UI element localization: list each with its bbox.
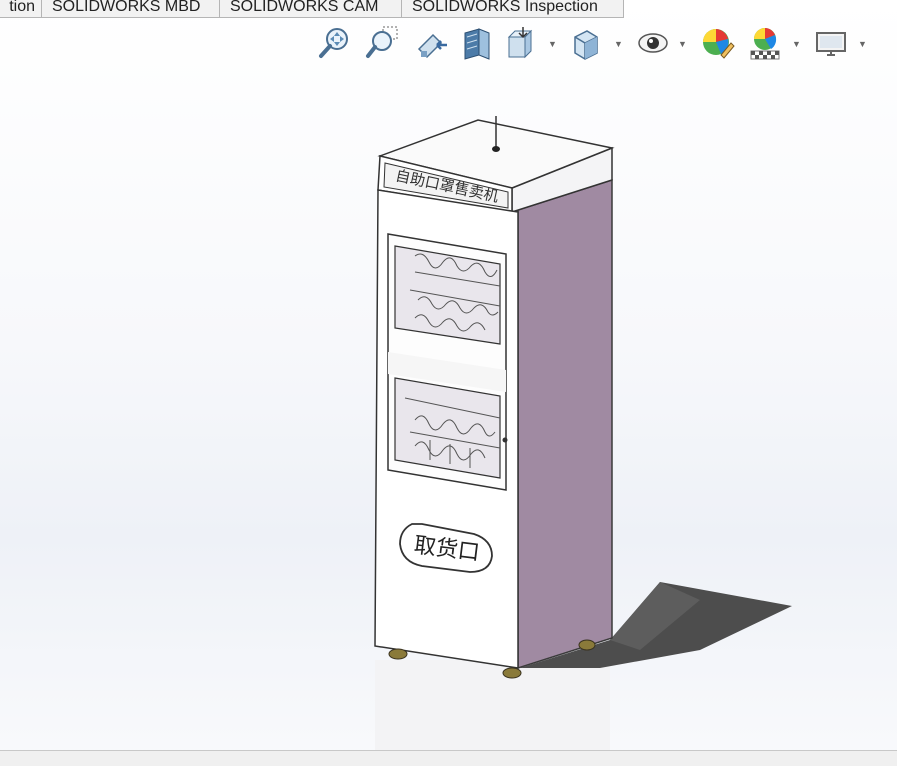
vending-machine-model[interactable]: 自助口罩售卖机 取货口: [0, 64, 897, 750]
tab-solidworks-mbd[interactable]: SOLIDWORKS MBD: [42, 0, 220, 18]
status-bar: [0, 750, 897, 766]
tab-partial[interactable]: tion: [0, 0, 42, 18]
tab-solidworks-cam[interactable]: SOLIDWORKS CAM: [220, 0, 402, 18]
door-handle: [502, 437, 508, 443]
zoom-to-fit-icon[interactable]: [315, 22, 355, 64]
previous-view-icon[interactable]: [411, 22, 451, 64]
view-settings-icon[interactable]: [811, 22, 851, 64]
graphics-area[interactable]: 自助口罩售卖机 取货口: [0, 64, 897, 750]
display-style-dropdown-icon[interactable]: ▼: [614, 40, 624, 49]
view-orientation-icon[interactable]: [501, 22, 541, 64]
tab-solidworks-inspection[interactable]: SOLIDWORKS Inspection: [402, 0, 624, 18]
hide-show-items-icon[interactable]: [633, 22, 673, 64]
model-reflection: [375, 660, 610, 750]
section-view-icon[interactable]: [457, 22, 497, 64]
view-orientation-dropdown-icon[interactable]: ▼: [548, 40, 558, 49]
edit-appearance-icon[interactable]: [697, 22, 737, 64]
view-settings-dropdown-icon[interactable]: ▼: [858, 40, 868, 49]
apply-scene-dropdown-icon[interactable]: ▼: [792, 40, 802, 49]
apply-scene-icon[interactable]: [745, 22, 785, 64]
command-manager-tabs: tion SOLIDWORKS MBD SOLIDWORKS CAM SOLID…: [0, 0, 624, 18]
lower-window: [394, 377, 501, 479]
display-style-icon[interactable]: [565, 22, 605, 64]
zoom-to-area-icon[interactable]: [363, 22, 403, 64]
hide-show-dropdown-icon[interactable]: ▼: [678, 40, 688, 49]
cabinet-side: [517, 178, 613, 670]
